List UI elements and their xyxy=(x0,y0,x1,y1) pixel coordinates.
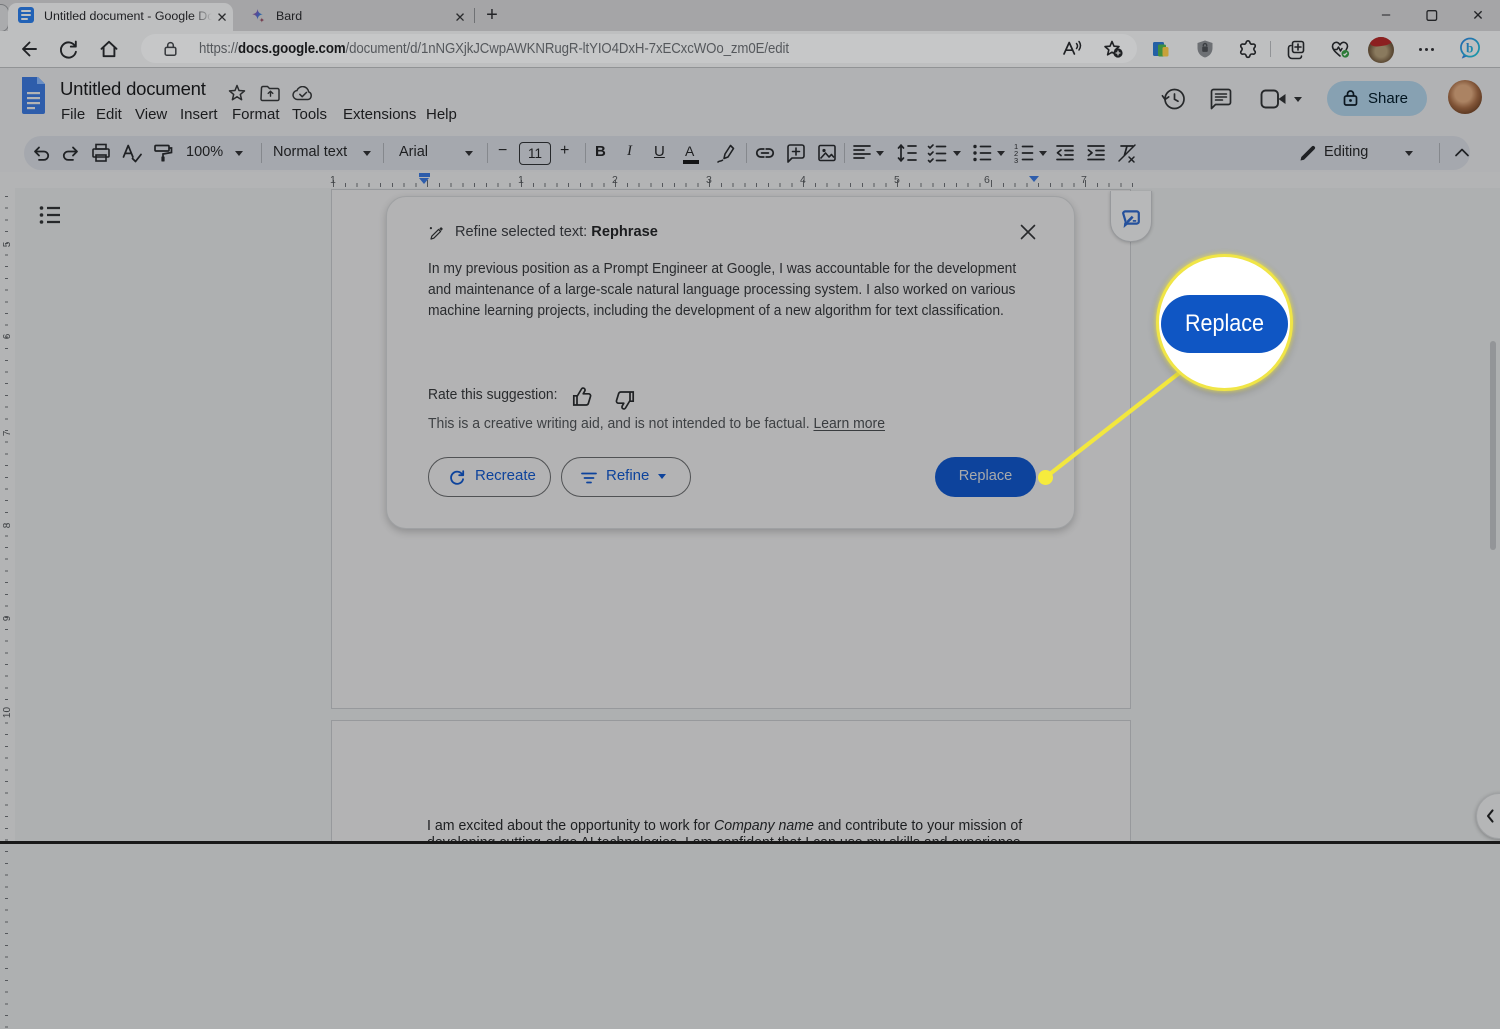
svg-text:b: b xyxy=(1466,40,1473,55)
svg-text:3: 3 xyxy=(1014,156,1018,165)
